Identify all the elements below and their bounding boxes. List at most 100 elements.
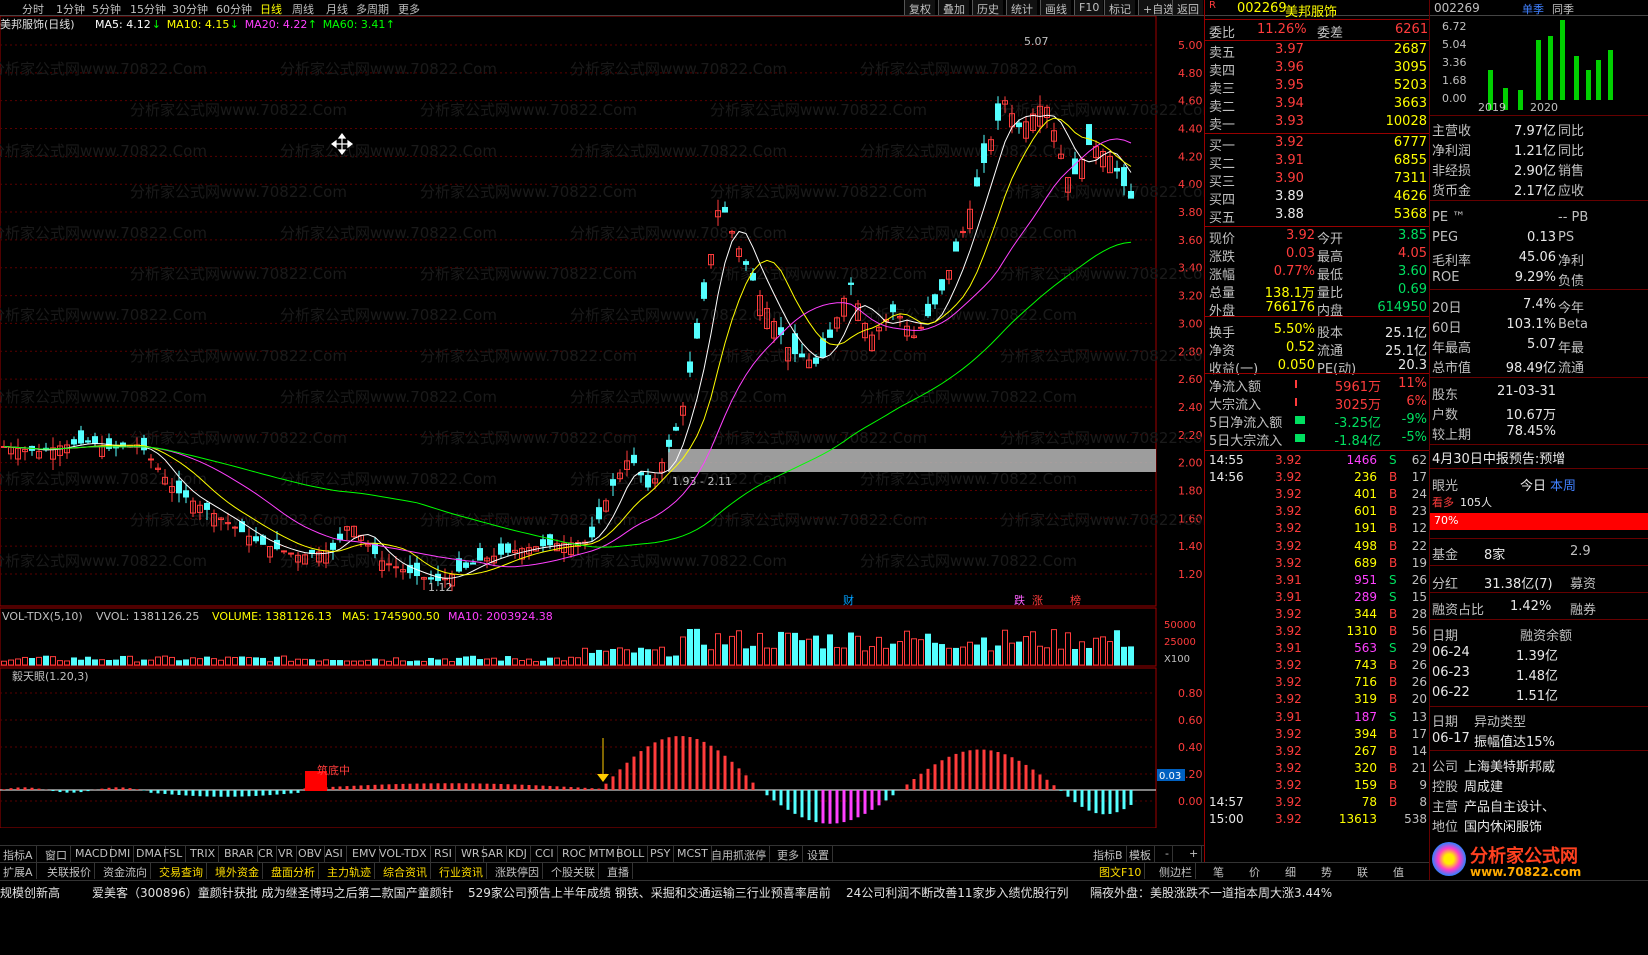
period-tab-3[interactable]: 15分钟: [130, 1, 166, 17]
eye-today[interactable]: 今日: [1520, 475, 1546, 494]
indicator-tab-17[interactable]: KDJ: [505, 846, 531, 862]
period-tab-7[interactable]: 周线: [292, 1, 314, 17]
price-axis-label: 1.80: [1178, 484, 1203, 497]
orderbook-tab-5[interactable]: 值: [1390, 863, 1407, 879]
buy-level-price: 3.91: [1275, 153, 1304, 168]
period-tab-10[interactable]: 更多: [398, 1, 420, 17]
extension-tab-1[interactable]: 关联报价: [44, 863, 95, 879]
indicator-tab-8[interactable]: CR: [255, 846, 278, 862]
indicator-tab-23[interactable]: MCST: [674, 846, 712, 862]
toolbar-button-2[interactable]: 历史: [972, 0, 1003, 16]
indicator-right-3[interactable]: +: [1186, 846, 1203, 862]
volume-bar: [561, 660, 567, 666]
ticker-item-1[interactable]: 爱美客（300896）童颜针获批 成为继圣博玛之后第二款国产童颜针: [92, 884, 454, 901]
indicator-tab-1[interactable]: 窗口: [42, 846, 71, 862]
extension-tab-2[interactable]: 资金流向: [100, 863, 151, 879]
indicator-tab-22[interactable]: PSY: [647, 846, 675, 862]
period-tab-1[interactable]: 1分钟: [56, 1, 85, 17]
indicator-tab-7[interactable]: BRAR: [221, 846, 258, 862]
ticker-item-3[interactable]: 24公司利润不断改善11家步入绩优股行列: [846, 884, 1069, 901]
indicator-tab-14[interactable]: RSI: [431, 846, 456, 862]
orderbook-tab-4[interactable]: 联: [1354, 863, 1371, 879]
volume-bar: [645, 649, 651, 666]
extension-right-1[interactable]: 侧边栏: [1156, 863, 1196, 879]
extension-tab-4[interactable]: 境外资金: [212, 863, 263, 879]
volume-bar: [239, 656, 245, 666]
toolbar-button-8[interactable]: 返回: [1172, 0, 1203, 16]
orderbook-tab-1[interactable]: 价: [1246, 863, 1263, 879]
extension-tab-5[interactable]: 盘面分析: [268, 863, 319, 879]
toolbar-button-3[interactable]: 统计: [1006, 0, 1037, 16]
event-marker-1[interactable]: 涨: [1032, 594, 1043, 607]
orderbook-tab-0[interactable]: 笔: [1210, 863, 1227, 879]
orderbook-tab-3[interactable]: 势: [1318, 863, 1335, 879]
indicator-right-0[interactable]: 指标B: [1090, 846, 1127, 862]
candle-body: [204, 502, 210, 510]
extension-tab-10[interactable]: 个股关联: [548, 863, 599, 879]
ticker-item-2[interactable]: 529家公司预告上半年成绩 钢铁、采掘和交通运输三行业预喜率居前: [468, 884, 831, 901]
event-marker-0[interactable]: 跌: [1014, 593, 1025, 607]
extension-tab-8[interactable]: 行业资讯: [436, 863, 487, 879]
indicator-right-2[interactable]: -: [1162, 846, 1173, 862]
indicator-tab-26[interactable]: 设置: [804, 846, 833, 862]
indicator-tab-18[interactable]: CCI: [532, 846, 558, 862]
indicator-tab-25[interactable]: 更多: [774, 846, 803, 862]
period-tab-8[interactable]: 月线: [326, 1, 348, 17]
volume-bar: [197, 658, 203, 666]
tick-side: S: [1389, 572, 1397, 587]
indicator-tab-11[interactable]: ASI: [322, 846, 347, 862]
extension-right-0[interactable]: 图文F10: [1096, 863, 1146, 879]
toolbar-button-4[interactable]: 画线: [1040, 0, 1071, 16]
news-ticker[interactable]: 规模创新高 爱美客（300896）童颜针获批 成为继圣博玛之后第二款国产童颜针 52…: [0, 880, 1648, 902]
indicator-right-1[interactable]: 模板: [1126, 846, 1155, 862]
period-tab-5[interactable]: 60分钟: [216, 1, 252, 17]
stat-label: PE(动): [1317, 362, 1357, 377]
volume-bar: [71, 657, 77, 666]
period-tab-9[interactable]: 多周期: [356, 1, 389, 17]
indicator-tab-24[interactable]: 自用抓涨停: [708, 846, 770, 862]
buy-level-price: 3.88: [1275, 207, 1304, 222]
volume-bar: [267, 661, 273, 666]
tick-price: 3.92: [1275, 692, 1302, 707]
logo-area: 分析家公式网 www.70822.com: [1430, 840, 1648, 880]
indicator-tab-0[interactable]: 指标A: [0, 846, 37, 862]
indicator-tab-5[interactable]: FSL: [160, 846, 187, 862]
extension-tab-6[interactable]: 主力轨迹: [324, 863, 375, 879]
event-marker-2[interactable]: 榜: [1070, 593, 1081, 607]
indicator-tab-9[interactable]: VR: [275, 846, 298, 862]
indicator-tab-21[interactable]: BOLL: [613, 846, 649, 862]
watermark-text: 分析家公式网www.70822.Com: [130, 429, 347, 447]
fin-label: 户数: [1432, 408, 1459, 423]
kline-chart-area[interactable]: 5.004.804.604.404.204.003.803.603.403.20…: [0, 16, 1204, 828]
price-axis-label: 4.20: [1178, 150, 1203, 163]
ticker-item-0[interactable]: 规模创新高: [0, 884, 60, 901]
margin-hdr-value: 融资余额: [1520, 629, 1573, 644]
period-tab-6[interactable]: 日线: [260, 1, 282, 17]
indicator-tab-16[interactable]: SAR: [478, 846, 508, 862]
volume-bar: [729, 635, 735, 666]
extension-tab-3[interactable]: 交易查询: [156, 863, 207, 879]
mini-tab-1[interactable]: 同季: [1552, 1, 1574, 17]
mini-tab-0[interactable]: 单季: [1522, 1, 1544, 17]
indicator-tab-6[interactable]: TRIX: [187, 846, 220, 862]
extension-tab-0[interactable]: 扩展A: [0, 863, 37, 879]
watermark-text: 分析家公式网www.70822.Com: [570, 306, 787, 324]
period-tab-2[interactable]: 5分钟: [92, 1, 121, 17]
toolbar-button-5[interactable]: F10: [1074, 0, 1104, 15]
orderbook-tab-2[interactable]: 细: [1282, 863, 1299, 879]
toolbar-button-1[interactable]: 叠加: [938, 0, 969, 16]
indicator-tab-13[interactable]: VOL-TDX: [376, 846, 431, 862]
indicator-tab-3[interactable]: DMI: [106, 846, 135, 862]
ticker-item-4[interactable]: 隔夜外盘：美股涨跌不一道指本周大涨3.44%: [1090, 884, 1332, 901]
tick-count: 8: [1419, 795, 1427, 809]
candle-body: [589, 526, 595, 538]
period-tab-0[interactable]: 分时: [22, 1, 44, 17]
extension-tab-7[interactable]: 综合资讯: [380, 863, 431, 879]
extension-tab-11[interactable]: 直播: [604, 863, 633, 879]
eye-week[interactable]: 本周: [1550, 475, 1576, 494]
extension-tab-9[interactable]: 涨跌停因: [492, 863, 543, 879]
toolbar-button-6[interactable]: 标记: [1104, 0, 1135, 16]
indicator-tab-10[interactable]: OBV: [295, 846, 326, 862]
period-tab-4[interactable]: 30分钟: [172, 1, 208, 17]
toolbar-button-0[interactable]: 复权: [904, 0, 935, 16]
